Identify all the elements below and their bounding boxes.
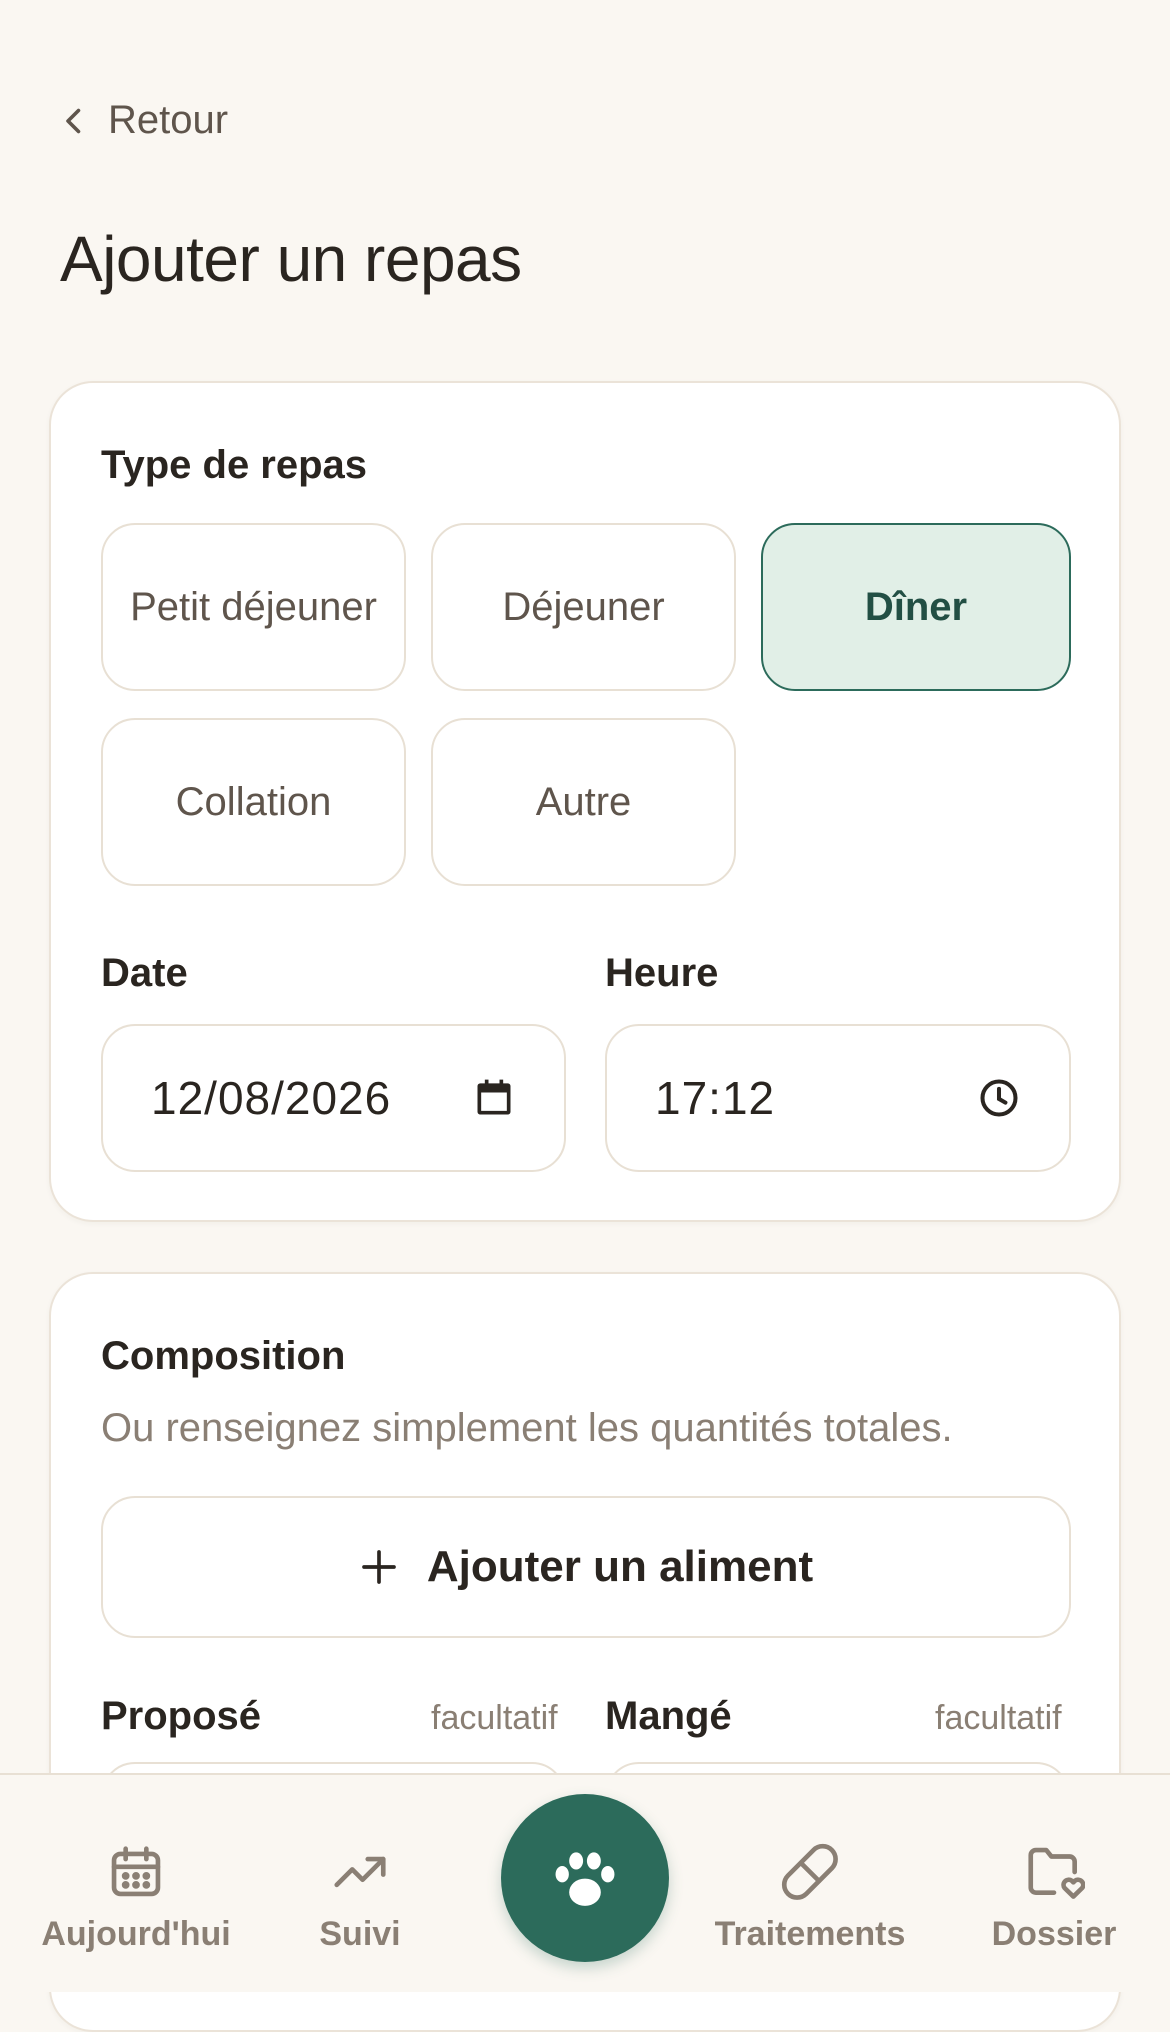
nav-label-today: Aujourd'hui bbox=[41, 1915, 231, 1953]
back-button[interactable]: Retour bbox=[56, 98, 228, 143]
meal-type-lunch[interactable]: Déjeuner bbox=[431, 523, 736, 691]
date-value: 12/08/2026 bbox=[151, 1072, 392, 1124]
nav-label-dossier: Dossier bbox=[991, 1915, 1117, 1953]
eaten-label: Mangé bbox=[605, 1694, 732, 1738]
nav-label-treatments: Traitements bbox=[714, 1915, 906, 1953]
trending-up-icon bbox=[334, 1856, 386, 1888]
nav-item-treatments[interactable]: Traitements bbox=[712, 1775, 908, 1954]
clock-icon[interactable] bbox=[977, 1076, 1021, 1120]
paw-action-button[interactable] bbox=[501, 1794, 669, 1962]
back-label: Retour bbox=[108, 98, 229, 142]
meal-type-snack[interactable]: Collation bbox=[101, 718, 406, 886]
date-input[interactable]: 12/08/2026 bbox=[101, 1024, 566, 1172]
nav-item-today[interactable]: Aujourd'hui bbox=[41, 1775, 231, 1954]
composition-subtitle: Ou renseignez simplement les quantités t… bbox=[101, 1406, 953, 1450]
proposed-optional: facultatif bbox=[431, 1699, 558, 1737]
nav-label-tracking: Suivi bbox=[319, 1915, 401, 1953]
add-food-label: Ajouter un aliment bbox=[426, 1542, 814, 1591]
nav-item-tracking[interactable]: Suivi bbox=[300, 1775, 420, 1954]
time-input[interactable]: 17:12 bbox=[605, 1024, 1071, 1172]
meal-type-breakfast[interactable]: Petit déjeuner bbox=[101, 523, 406, 691]
calendar-icon bbox=[111, 1846, 161, 1897]
time-value: 17:12 bbox=[655, 1072, 776, 1124]
meal-type-dinner[interactable]: Dîner bbox=[761, 523, 1071, 691]
eaten-optional: facultatif bbox=[935, 1699, 1062, 1737]
meal-details-card: Type de repas Petit déjeuner Déjeuner Dî… bbox=[49, 381, 1121, 1222]
chevron-left-icon bbox=[66, 108, 81, 133]
time-label: Heure bbox=[605, 951, 719, 995]
plus-icon bbox=[362, 1550, 396, 1584]
pill-icon bbox=[781, 1843, 838, 1900]
page-title: Ajouter un repas bbox=[60, 223, 522, 295]
date-label: Date bbox=[101, 951, 188, 995]
folder-heart-icon bbox=[1028, 1847, 1085, 1899]
composition-title: Composition bbox=[101, 1334, 346, 1378]
paw-icon bbox=[555, 1852, 615, 1906]
nav-item-dossier[interactable]: Dossier bbox=[974, 1775, 1134, 1954]
add-food-button[interactable]: Ajouter un aliment bbox=[101, 1496, 1071, 1638]
calendar-icon[interactable] bbox=[472, 1076, 516, 1120]
meal-type-label: Type de repas bbox=[101, 443, 368, 487]
meal-type-other[interactable]: Autre bbox=[431, 718, 736, 886]
proposed-label: Proposé bbox=[101, 1694, 262, 1738]
